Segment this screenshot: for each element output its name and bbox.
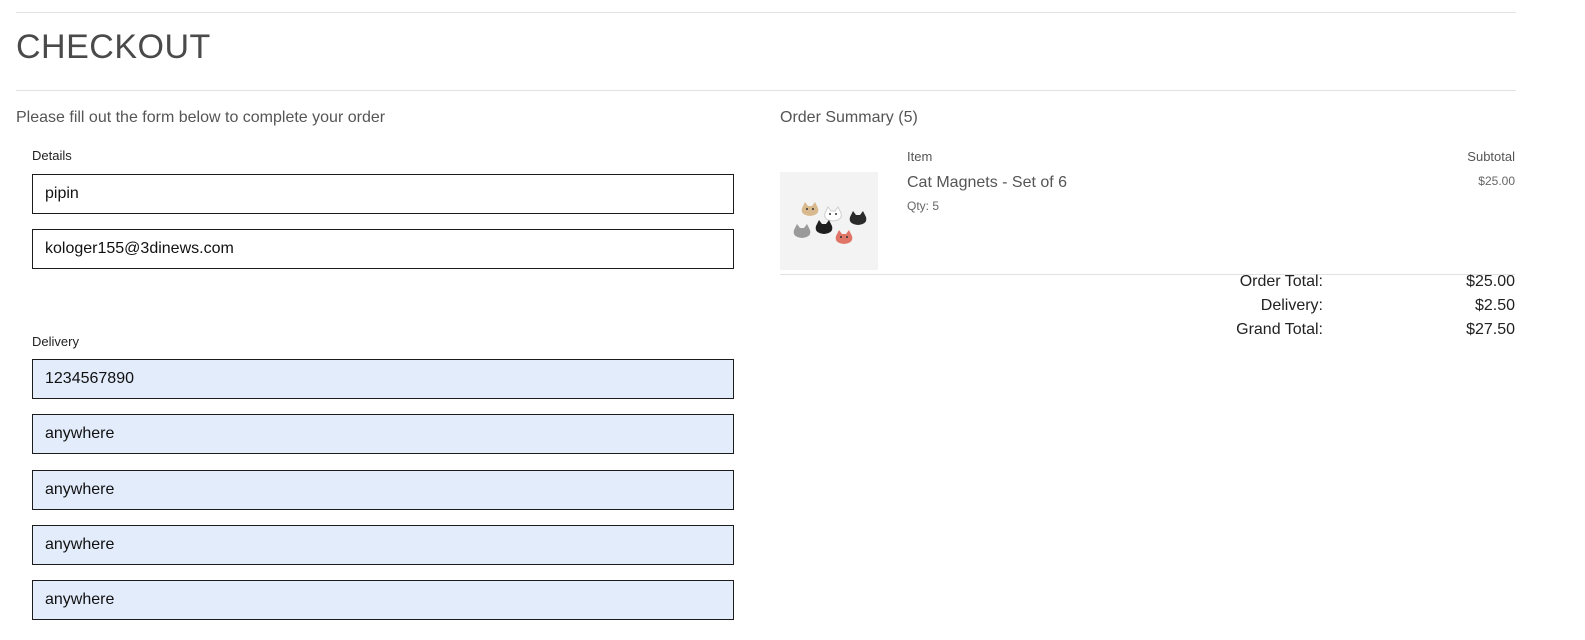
phone-field[interactable] [32, 359, 734, 399]
order-summary-title: Order Summary (5) [780, 109, 918, 126]
email-field[interactable] [32, 229, 734, 269]
grand-total-value: $27.50 [1466, 321, 1515, 338]
title-divider [16, 90, 1516, 91]
cat-head-icon [801, 202, 819, 216]
item-column-header: Item [907, 149, 933, 164]
delivery-cost-label: Delivery: [1260, 297, 1323, 314]
page-title: CHECKOUT [16, 28, 211, 66]
postcode-field[interactable] [32, 580, 734, 620]
cat-magnets-image [780, 172, 878, 270]
name-field[interactable] [32, 174, 734, 214]
delivery-section-label: Delivery [32, 334, 79, 349]
item-quantity: Qty: 5 [907, 199, 940, 213]
item-subtotal: $25.00 [1478, 174, 1515, 188]
grand-total-label: Grand Total: [1236, 321, 1323, 338]
city-field[interactable] [32, 525, 734, 565]
details-section-label: Details [32, 148, 72, 163]
subtotal-column-header: Subtotal [1467, 149, 1515, 164]
order-total-value: $25.00 [1466, 273, 1515, 290]
cat-magnets-icon [793, 202, 867, 244]
item-name[interactable]: Cat Magnets - Set of 6 [907, 174, 1067, 192]
header-divider [16, 12, 1516, 13]
form-intro: Please fill out the form below to comple… [16, 109, 386, 126]
address-line-1-field[interactable] [32, 414, 734, 454]
order-total-label: Order Total: [1239, 273, 1323, 290]
delivery-cost-value: $2.50 [1474, 297, 1515, 314]
address-line-2-field[interactable] [32, 470, 734, 510]
